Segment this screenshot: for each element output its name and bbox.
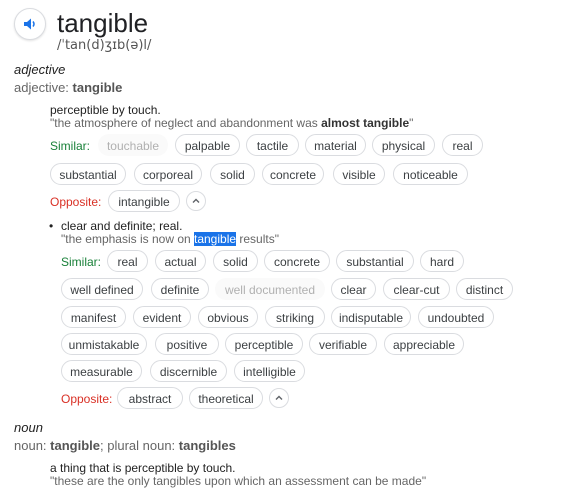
adjective-form-prefix: adjective:	[14, 80, 73, 95]
sense1-example-pre: "the atmosphere of neglect and abandonme…	[50, 116, 322, 130]
synonym-chip[interactable]: unmistakable	[61, 333, 147, 355]
sense2-example-post: results"	[236, 232, 279, 246]
synonym-chip[interactable]: striking	[265, 306, 325, 328]
synonym-chip[interactable]: palpable	[175, 134, 240, 156]
sense2-bullet: •	[49, 219, 54, 233]
chevron-up-icon	[275, 395, 283, 400]
headword: tangible	[57, 8, 149, 38]
chevron-up-icon	[192, 198, 200, 203]
antonym-chip[interactable]: intangible	[108, 190, 180, 212]
collapse-antonyms-button[interactable]	[269, 388, 289, 408]
synonym-chip[interactable]: concrete	[264, 250, 330, 272]
phonetic-spelling: /ˈtan(d)ʒɪb(ə)l/	[57, 38, 152, 53]
synonym-chip[interactable]: undoubted	[418, 306, 494, 328]
synonym-chip[interactable]: corporeal	[134, 163, 202, 185]
collapse-antonyms-button[interactable]	[186, 191, 206, 211]
synonym-chip[interactable]: manifest	[61, 306, 126, 328]
synonym-chip[interactable]: touchable	[98, 134, 168, 156]
noun-definition: a thing that is perceptible by touch.	[50, 461, 236, 475]
part-of-speech-noun: noun	[14, 420, 43, 435]
sense1-example-bold: almost tangible	[321, 116, 410, 130]
sense1-example: "the atmosphere of neglect and abandonme…	[50, 116, 413, 130]
sense2-example-pre: "the emphasis is now on	[61, 232, 194, 246]
synonym-chip[interactable]: solid	[213, 250, 258, 272]
synonym-chip[interactable]: discernible	[150, 360, 227, 382]
synonym-chip[interactable]: measurable	[61, 360, 142, 382]
antonym-chip[interactable]: theoretical	[189, 387, 263, 409]
synonym-chip[interactable]: perceptible	[225, 333, 303, 355]
synonym-chip[interactable]: verifiable	[309, 333, 377, 355]
synonym-chip[interactable]: indisputable	[331, 306, 411, 328]
synonym-chip[interactable]: substantial	[336, 250, 414, 272]
speaker-icon	[24, 18, 35, 30]
synonym-chip[interactable]: substantial	[50, 163, 126, 185]
synonym-chip[interactable]: material	[305, 134, 366, 156]
synonym-chip[interactable]: actual	[155, 250, 206, 272]
noun-form-line: noun: tangible; plural noun: tangibles	[14, 438, 236, 453]
synonym-chip[interactable]: solid	[210, 163, 255, 185]
pronunciation-speaker-button[interactable]	[14, 8, 46, 40]
synonym-chip[interactable]: physical	[372, 134, 435, 156]
sense2-example: "the emphasis is now on tangible results…	[61, 232, 279, 246]
noun-form-word: tangible	[50, 438, 100, 453]
sense2-definition: clear and definite; real.	[61, 219, 183, 233]
sense1-example-post: "	[409, 116, 414, 130]
synonym-chip[interactable]: appreciable	[384, 333, 464, 355]
sense2-opposite-label: Opposite:	[61, 392, 113, 406]
synonym-chip[interactable]: well defined	[61, 278, 143, 300]
sense1-similar-label: Similar:	[50, 139, 91, 153]
sense2-similar-label: Similar:	[61, 255, 102, 269]
synonym-chip[interactable]: intelligible	[234, 360, 305, 382]
synonym-chip[interactable]: concrete	[262, 163, 324, 185]
noun-example: "these are the only tangibles upon which…	[50, 474, 427, 488]
selected-text-highlight[interactable]: tangible	[194, 232, 237, 246]
synonym-chip[interactable]: clear-cut	[383, 278, 450, 300]
antonym-chip[interactable]: abstract	[117, 387, 183, 409]
synonym-chip[interactable]: real	[442, 134, 483, 156]
synonym-chip[interactable]: clear	[331, 278, 376, 300]
sense1-opposite-label: Opposite:	[50, 195, 102, 209]
synonym-chip[interactable]: real	[107, 250, 148, 272]
synonym-chip[interactable]: evident	[133, 306, 191, 328]
synonym-chip[interactable]: obvious	[198, 306, 258, 328]
noun-plural-sep: ; plural noun:	[100, 438, 179, 453]
part-of-speech-adjective: adjective	[14, 62, 66, 77]
noun-form-prefix: noun:	[14, 438, 51, 453]
noun-plural-word: tangibles	[178, 438, 236, 453]
synonym-chip[interactable]: distinct	[456, 278, 513, 300]
synonym-chip[interactable]: visible	[333, 163, 385, 185]
synonym-chip[interactable]: tactile	[246, 134, 299, 156]
synonym-chip[interactable]: noticeable	[393, 163, 468, 185]
sense1-definition: perceptible by touch.	[50, 103, 161, 117]
synonym-chip[interactable]: positive	[155, 333, 219, 355]
adjective-form-line: adjective: tangible	[14, 80, 122, 95]
synonym-chip[interactable]: well documented	[215, 278, 325, 300]
adjective-form-word: tangible	[72, 80, 123, 95]
synonym-chip[interactable]: definite	[151, 278, 209, 300]
synonym-chip[interactable]: hard	[420, 250, 464, 272]
